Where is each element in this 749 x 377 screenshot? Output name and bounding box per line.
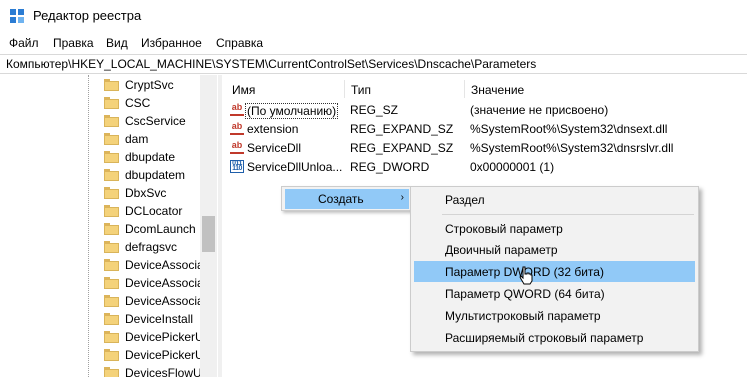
menu-view[interactable]: Вид — [106, 36, 128, 50]
value-name: ServiceDll — [247, 141, 302, 155]
value-row[interactable]: 011 110 ServiceDllUnloa... REG_DWORD 0x00… — [228, 158, 743, 176]
folder-icon — [104, 295, 119, 307]
folder-icon — [104, 259, 119, 271]
value-data: %SystemRoot%\System32\dnsext.dll — [470, 122, 668, 136]
column-header-name[interactable]: Имя — [224, 78, 344, 100]
address-path[interactable]: Компьютер\HKEY_LOCAL_MACHINE\SYSTEM\Curr… — [6, 57, 536, 71]
tree-item[interactable]: dbupdatem — [104, 166, 204, 184]
column-header-value[interactable]: Значение — [465, 78, 745, 100]
tree-item[interactable]: DcomLaunch — [104, 220, 204, 238]
window-title: Редактор реестра — [33, 8, 142, 23]
submenu-item-multistring[interactable]: Мультистроковый параметр — [414, 305, 695, 326]
submenu-item-expandable-string[interactable]: Расширяемый строковый параметр — [414, 327, 695, 348]
value-name: extension — [247, 122, 299, 136]
tree-item[interactable]: dbupdate — [104, 148, 204, 166]
menu-item-create[interactable]: Создать › — [285, 189, 409, 209]
folder-icon — [104, 97, 119, 109]
address-bar[interactable]: Компьютер\HKEY_LOCAL_MACHINE\SYSTEM\Curr… — [0, 54, 747, 74]
value-row[interactable]: ab extension REG_EXPAND_SZ %SystemRoot%\… — [228, 120, 743, 138]
folder-icon — [104, 115, 119, 127]
submenu-item-qword[interactable]: Параметр QWORD (64 бита) — [414, 283, 695, 304]
key-tree: CryptSvc CSC CscService dam dbupdate dbu… — [0, 75, 217, 377]
column-header-type[interactable]: Тип — [345, 78, 463, 100]
submenu-item-binary[interactable]: Двоичный параметр — [414, 239, 695, 260]
tree-item[interactable]: defragsvc — [104, 238, 204, 256]
tree-item[interactable]: CSC — [104, 94, 204, 112]
string-value-icon: ab — [230, 103, 244, 116]
submenu-item-dword[interactable]: Параметр DWORD (32 бита) — [414, 261, 695, 282]
value-type: REG_EXPAND_SZ — [350, 122, 454, 136]
tree-item[interactable]: DeviceAssocia — [104, 274, 204, 292]
folder-icon — [104, 313, 119, 325]
value-row[interactable]: ab ServiceDll REG_EXPAND_SZ %SystemRoot%… — [228, 139, 743, 157]
folder-icon — [104, 277, 119, 289]
context-menu: Создать › — [281, 186, 411, 211]
tree-item[interactable]: DevicePickerU — [104, 328, 204, 346]
folder-icon — [104, 331, 119, 343]
tree-item[interactable]: CryptSvc — [104, 76, 204, 94]
menu-file[interactable]: Файл — [9, 36, 39, 50]
tree-item[interactable]: DeviceInstall — [104, 310, 204, 328]
menu-separator — [442, 214, 694, 215]
tree-item[interactable]: CscService — [104, 112, 204, 130]
binary-value-icon: 011 110 — [230, 160, 244, 173]
menu-favorites[interactable]: Избранное — [141, 36, 202, 50]
menu-bar: Файл Правка Вид Избранное Справка — [0, 33, 749, 53]
tree-item[interactable]: dam — [104, 130, 204, 148]
value-name: ServiceDllUnloa... — [247, 160, 343, 174]
folder-icon — [104, 151, 119, 163]
submenu-item-key[interactable]: Раздел — [414, 189, 695, 210]
folder-icon — [104, 79, 119, 91]
value-type: REG_EXPAND_SZ — [350, 141, 454, 155]
chevron-right-icon: › — [400, 192, 404, 203]
folder-icon — [104, 187, 119, 199]
tree-item[interactable]: DevicesFlowUs — [104, 364, 208, 377]
tree-item[interactable]: DCLocator — [104, 202, 204, 220]
folder-icon — [104, 367, 119, 377]
registry-editor-icon — [10, 9, 25, 24]
title-bar: Редактор реестра — [0, 0, 749, 32]
menu-edit[interactable]: Правка — [53, 36, 94, 50]
tree-item[interactable]: DeviceAssocia — [104, 256, 204, 274]
mouse-cursor-icon — [519, 266, 533, 285]
value-data: %SystemRoot%\System32\dnsrslvr.dll — [470, 141, 674, 155]
folder-icon — [104, 223, 119, 235]
tree-item[interactable]: DevicePickerU — [104, 346, 204, 364]
tree-item[interactable]: DbxSvc — [104, 184, 204, 202]
tree-scrollbar-thumb[interactable] — [202, 216, 215, 252]
create-submenu: Раздел Строковый параметр Двоичный парам… — [410, 186, 699, 352]
value-type: REG_SZ — [350, 103, 399, 117]
value-row[interactable]: ab (По умолчанию) REG_SZ (значение не пр… — [228, 101, 743, 119]
string-value-icon: ab — [230, 141, 244, 154]
value-type: REG_DWORD — [350, 160, 430, 174]
menu-help[interactable]: Справка — [216, 36, 263, 50]
submenu-item-string[interactable]: Строковый параметр — [414, 218, 695, 239]
value-data: 0x00000001 (1) — [470, 160, 555, 174]
value-name: (По умолчанию) — [245, 103, 339, 119]
folder-icon — [104, 205, 119, 217]
folder-icon — [104, 169, 119, 181]
folder-icon — [104, 133, 119, 145]
folder-icon — [104, 241, 119, 253]
string-value-icon: ab — [230, 122, 244, 135]
value-data: (значение не присвоено) — [470, 103, 609, 117]
tree-item[interactable]: DeviceAssocia — [104, 292, 204, 310]
folder-icon — [104, 349, 119, 361]
